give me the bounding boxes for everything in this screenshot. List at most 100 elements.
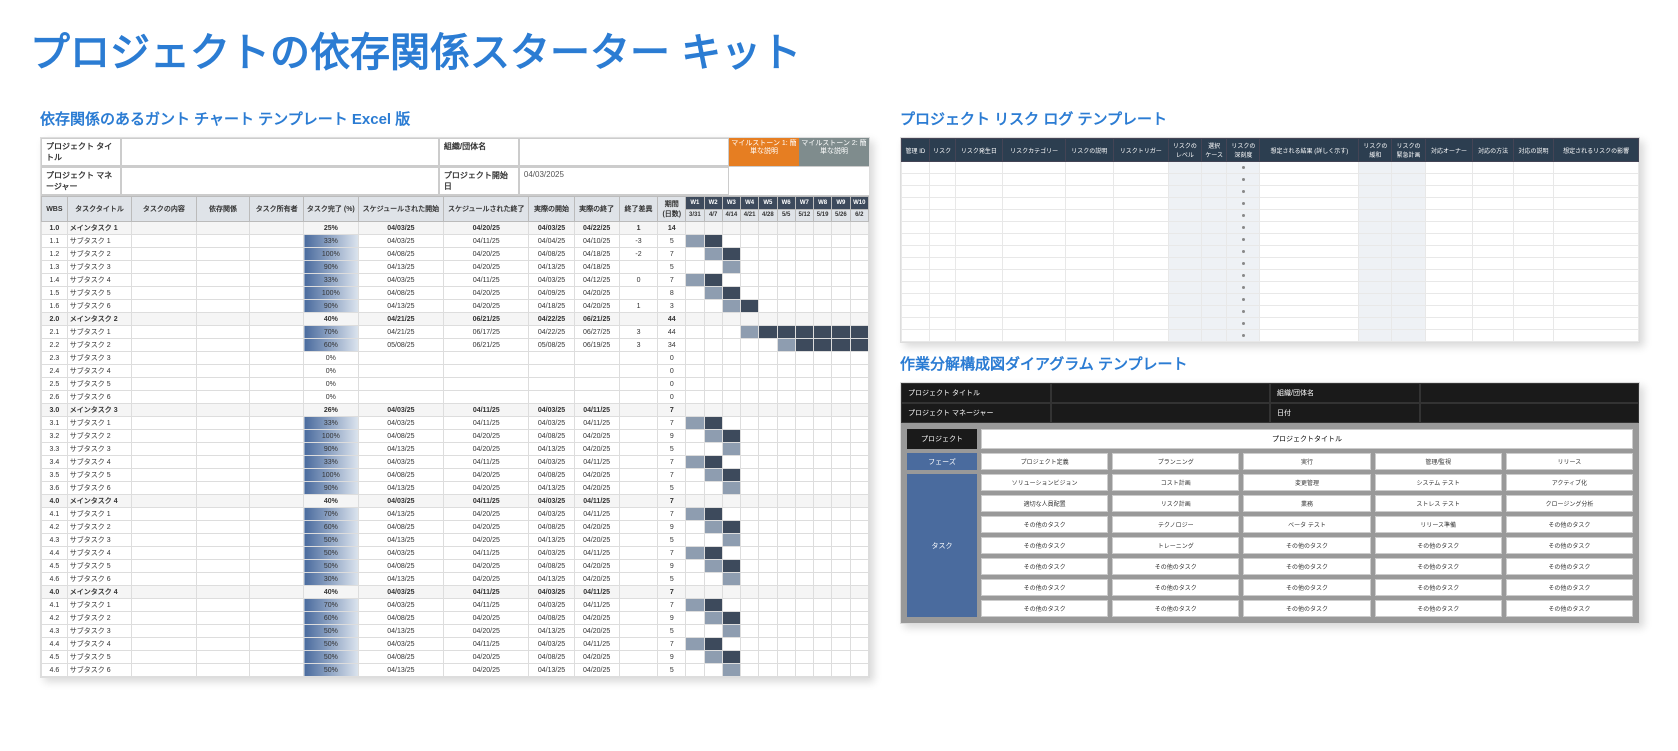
- risk-cell[interactable]: [1513, 330, 1553, 342]
- risk-cell[interactable]: [1168, 162, 1201, 174]
- risk-cell[interactable]: [1201, 234, 1226, 246]
- risk-cell[interactable]: [1113, 186, 1168, 198]
- risk-cell[interactable]: [1113, 318, 1168, 330]
- risk-cell[interactable]: [1473, 162, 1513, 174]
- wbs-task-cell[interactable]: リリース準備: [1375, 516, 1502, 533]
- wbs-task-cell[interactable]: その他のタスク: [1243, 600, 1370, 617]
- risk-cell[interactable]: [929, 258, 955, 270]
- risk-cell[interactable]: [902, 282, 930, 294]
- gantt-row[interactable]: 2.1サブタスク 170%04/21/2506/17/2504/22/2506/…: [42, 326, 869, 339]
- risk-cell[interactable]: [1425, 330, 1473, 342]
- risk-cell[interactable]: [1425, 306, 1473, 318]
- risk-cell[interactable]: [955, 210, 1003, 222]
- gantt-row[interactable]: 2.2サブタスク 260%05/08/2506/21/2505/08/2506/…: [42, 339, 869, 352]
- risk-cell[interactable]: [1260, 186, 1359, 198]
- risk-cell[interactable]: [1473, 282, 1513, 294]
- risk-cell[interactable]: [1201, 330, 1226, 342]
- risk-cell[interactable]: [1227, 318, 1260, 330]
- risk-row[interactable]: [902, 186, 1639, 198]
- risk-cell[interactable]: [1513, 282, 1553, 294]
- gantt-row[interactable]: 4.4サブタスク 450%04/03/2504/11/2504/03/2504/…: [42, 547, 869, 560]
- risk-cell[interactable]: [1425, 294, 1473, 306]
- risk-cell[interactable]: [1513, 246, 1553, 258]
- risk-cell[interactable]: [1227, 186, 1260, 198]
- risk-cell[interactable]: [1227, 234, 1260, 246]
- risk-cell[interactable]: [1065, 222, 1113, 234]
- risk-cell[interactable]: [1227, 162, 1260, 174]
- risk-cell[interactable]: [955, 234, 1003, 246]
- risk-cell[interactable]: [1065, 306, 1113, 318]
- wbs-task-cell[interactable]: その他のタスク: [1506, 558, 1633, 575]
- risk-cell[interactable]: [1113, 282, 1168, 294]
- risk-cell[interactable]: [1359, 174, 1392, 186]
- wbs-task-cell[interactable]: クロージング分析: [1506, 495, 1633, 512]
- risk-cell[interactable]: [1260, 270, 1359, 282]
- risk-cell[interactable]: [1425, 246, 1473, 258]
- risk-cell[interactable]: [1513, 306, 1553, 318]
- risk-cell[interactable]: [1392, 330, 1425, 342]
- risk-cell[interactable]: [1392, 186, 1425, 198]
- risk-cell[interactable]: [1425, 174, 1473, 186]
- risk-cell[interactable]: [1260, 174, 1359, 186]
- gantt-row[interactable]: 2.4サブタスク 40%0: [42, 365, 869, 378]
- wbs-meta-project-val[interactable]: [1051, 383, 1270, 403]
- risk-row[interactable]: [902, 222, 1639, 234]
- gantt-row[interactable]: 2.3サブタスク 30%0: [42, 352, 869, 365]
- risk-cell[interactable]: [1168, 210, 1201, 222]
- risk-cell[interactable]: [929, 306, 955, 318]
- risk-cell[interactable]: [1513, 234, 1553, 246]
- gantt-row[interactable]: 4.2サブタスク 260%04/08/2504/20/2504/08/2504/…: [42, 521, 869, 534]
- risk-cell[interactable]: [1168, 174, 1201, 186]
- wbs-phase-cell[interactable]: 実行: [1243, 453, 1370, 470]
- wbs-task-cell[interactable]: ストレス テスト: [1375, 495, 1502, 512]
- gantt-row[interactable]: 3.1サブタスク 133%04/03/2504/11/2504/03/2504/…: [42, 417, 869, 430]
- risk-cell[interactable]: [1168, 330, 1201, 342]
- risk-row[interactable]: [902, 318, 1639, 330]
- risk-cell[interactable]: [1473, 198, 1513, 210]
- risk-cell[interactable]: [1113, 246, 1168, 258]
- risk-cell[interactable]: [929, 246, 955, 258]
- risk-cell[interactable]: [1359, 222, 1392, 234]
- gantt-row[interactable]: 4.1サブタスク 170%04/13/2504/20/2504/03/2504/…: [42, 508, 869, 521]
- wbs-task-cell[interactable]: ソリューションビジョン: [981, 474, 1108, 491]
- risk-cell[interactable]: [1201, 222, 1226, 234]
- risk-cell[interactable]: [955, 258, 1003, 270]
- risk-cell[interactable]: [1065, 330, 1113, 342]
- risk-row[interactable]: [902, 162, 1639, 174]
- risk-cell[interactable]: [902, 222, 930, 234]
- risk-cell[interactable]: [1003, 210, 1066, 222]
- risk-cell[interactable]: [1359, 282, 1392, 294]
- risk-cell[interactable]: [1201, 258, 1226, 270]
- value-company[interactable]: [519, 138, 729, 166]
- risk-cell[interactable]: [1168, 222, 1201, 234]
- risk-cell[interactable]: [1065, 318, 1113, 330]
- risk-cell[interactable]: [1473, 246, 1513, 258]
- risk-cell[interactable]: [955, 282, 1003, 294]
- risk-cell[interactable]: [1003, 258, 1066, 270]
- risk-cell[interactable]: [1513, 258, 1553, 270]
- risk-cell[interactable]: [1425, 162, 1473, 174]
- gantt-row[interactable]: 3.3サブタスク 390%04/13/2504/20/2504/13/2504/…: [42, 443, 869, 456]
- risk-cell[interactable]: [1392, 210, 1425, 222]
- risk-cell[interactable]: [902, 234, 930, 246]
- gantt-row[interactable]: 4.6サブタスク 650%04/13/2504/20/2504/13/2504/…: [42, 664, 869, 677]
- risk-cell[interactable]: [1201, 246, 1226, 258]
- risk-cell[interactable]: [1227, 282, 1260, 294]
- risk-cell[interactable]: [1425, 198, 1473, 210]
- risk-cell[interactable]: [1473, 210, 1513, 222]
- risk-cell[interactable]: [1392, 174, 1425, 186]
- risk-cell[interactable]: [1425, 210, 1473, 222]
- gantt-row[interactable]: 1.0メインタスク 125%04/03/2504/20/2504/03/2504…: [42, 222, 869, 235]
- risk-cell[interactable]: [1260, 222, 1359, 234]
- risk-cell[interactable]: [1554, 222, 1639, 234]
- risk-cell[interactable]: [902, 306, 930, 318]
- risk-cell[interactable]: [1201, 306, 1226, 318]
- risk-cell[interactable]: [1554, 294, 1639, 306]
- gantt-row[interactable]: 3.4サブタスク 433%04/03/2504/11/2504/03/2504/…: [42, 456, 869, 469]
- gantt-row[interactable]: 4.5サブタスク 550%04/08/2504/20/2504/08/2504/…: [42, 560, 869, 573]
- risk-cell[interactable]: [1392, 270, 1425, 282]
- risk-cell[interactable]: [1513, 186, 1553, 198]
- gantt-row[interactable]: 4.0メインタスク 440%04/03/2504/11/2504/03/2504…: [42, 495, 869, 508]
- risk-row[interactable]: [902, 246, 1639, 258]
- gantt-row[interactable]: 1.3サブタスク 390%04/13/2504/20/2504/13/2504/…: [42, 261, 869, 274]
